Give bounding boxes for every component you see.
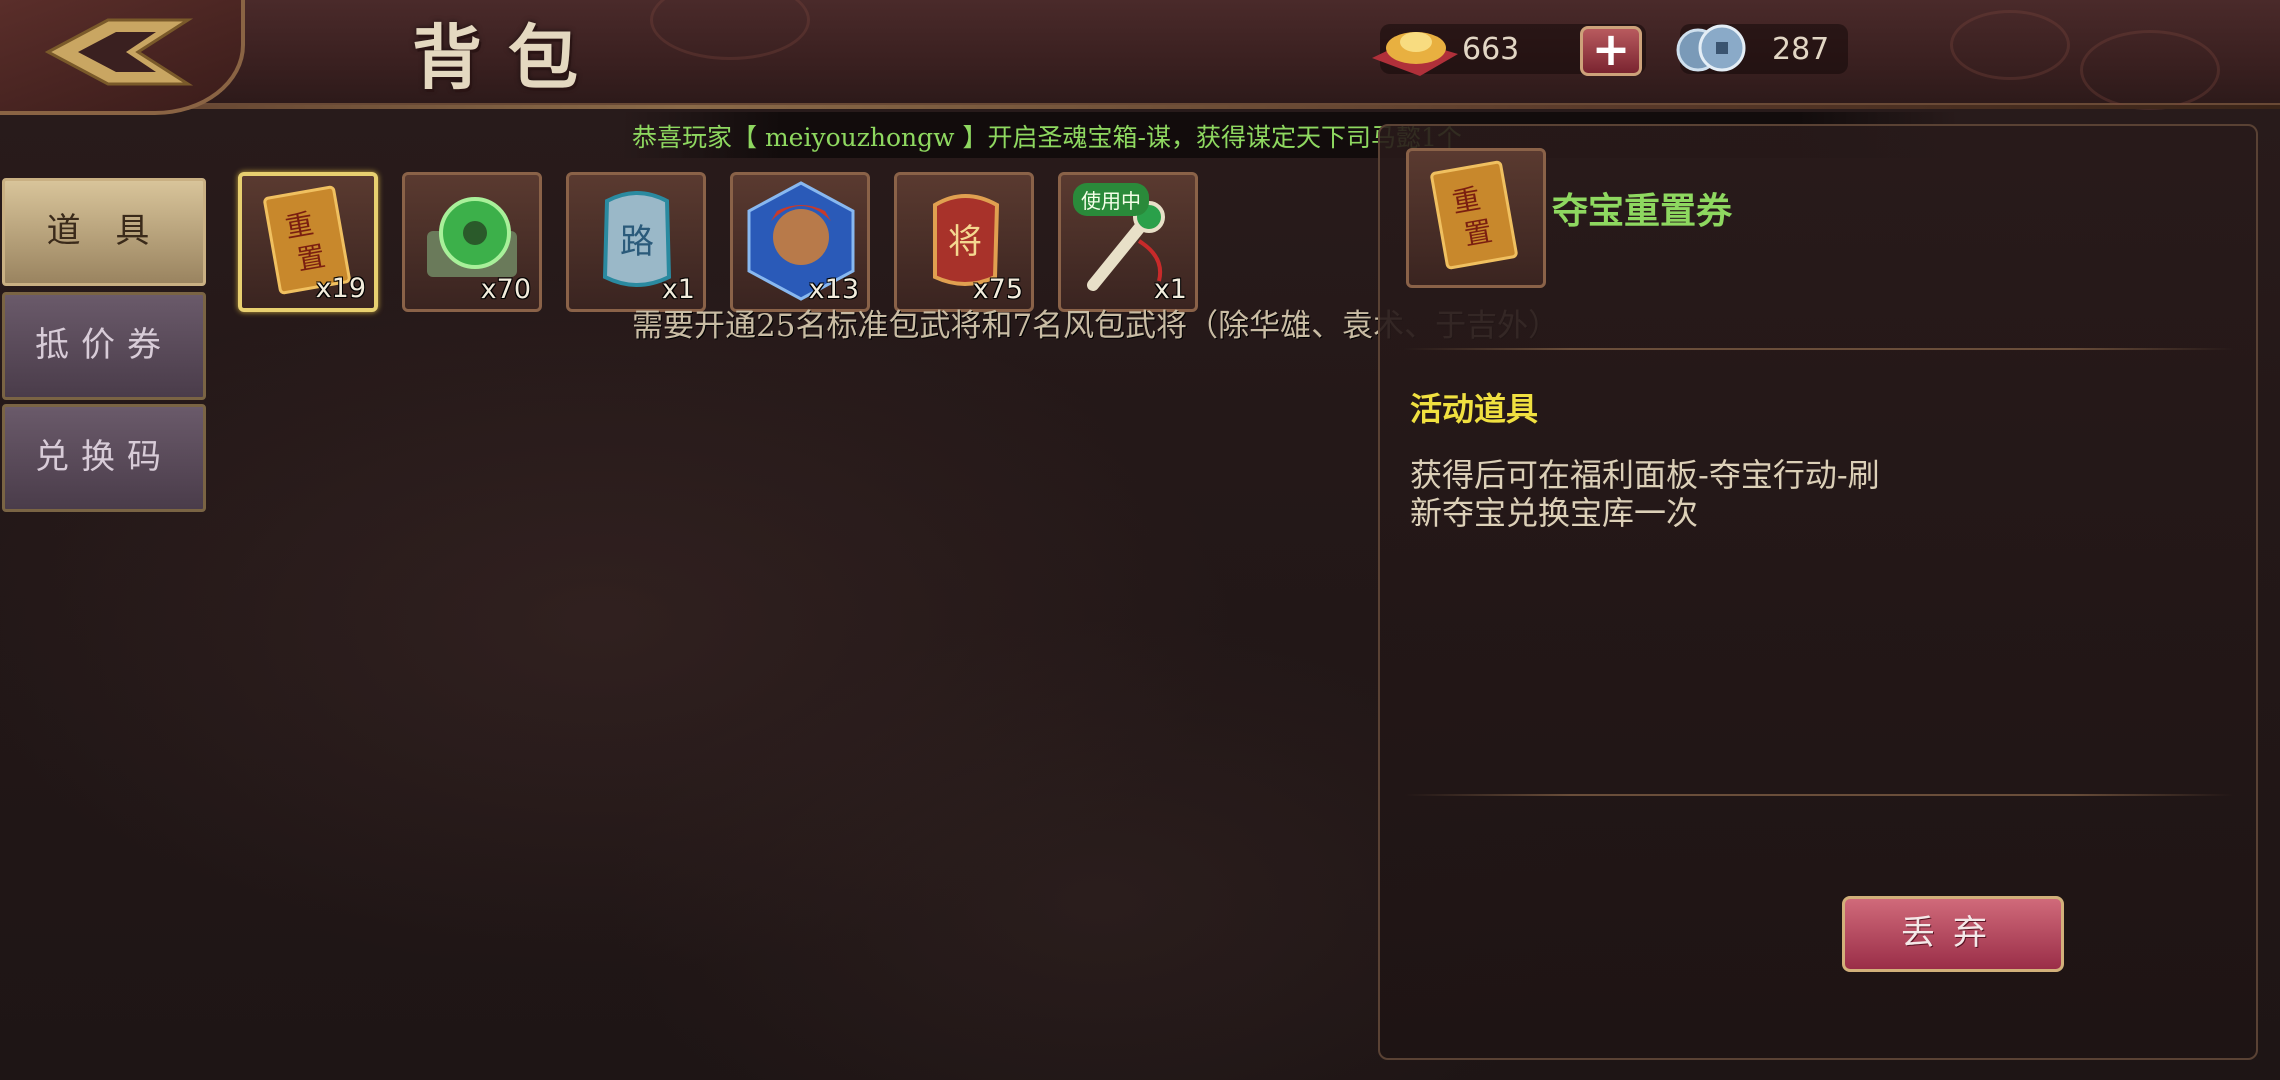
silver-counter: 287 (1676, 24, 1848, 74)
page-title: 背包 (412, 16, 604, 99)
inventory-slot-5[interactable]: 将 x75 (894, 172, 1034, 312)
inventory-slot-2[interactable]: x70 (402, 172, 542, 312)
inventory-slot-6[interactable]: 使用中 x1 (1058, 172, 1198, 312)
svg-text:重: 重 (283, 207, 316, 244)
svg-text:置: 置 (295, 239, 328, 276)
svg-text:将: 将 (948, 222, 982, 262)
item-category: 活动道具 (1410, 390, 1539, 428)
tab-redeem-code[interactable]: 兑换码 (2, 404, 206, 512)
item-quantity: x19 (315, 273, 366, 304)
detail-item-icon: 重 置 (1406, 148, 1546, 288)
item-detail-panel: 重 置 夺宝重置券 活动道具 获得后可在福利面板-夺宝行动-刷新夺宝兑换宝库一次… (1378, 124, 2258, 1060)
inventory-slot-1[interactable]: 重 置 x19 (238, 172, 378, 312)
back-arrow-icon (44, 18, 194, 86)
silver-coins-icon (1676, 24, 1746, 72)
discard-button[interactable]: 丢弃 (1842, 896, 2064, 972)
back-button[interactable] (0, 0, 245, 115)
svg-text:重: 重 (1450, 182, 1483, 219)
divider (1404, 794, 2234, 796)
divider (1404, 348, 2234, 350)
tab-vouchers[interactable]: 抵价券 (2, 292, 206, 400)
item-description: 获得后可在福利面板-夺宝行动-刷新夺宝兑换宝库一次 (1410, 456, 1880, 532)
top-bar (0, 0, 2280, 110)
item-name: 夺宝重置券 (1552, 190, 1733, 232)
silver-value: 287 (1772, 32, 1830, 67)
inventory-slot-4[interactable]: x13 (730, 172, 870, 312)
gold-value: 663 (1462, 32, 1520, 67)
item-quantity: x70 (480, 274, 531, 305)
add-gold-button[interactable]: + (1580, 26, 1642, 76)
tab-items[interactable]: 道 具 (2, 178, 206, 286)
gold-ingot-icon (1372, 32, 1458, 76)
svg-text:路: 路 (620, 222, 654, 262)
inventory-slot-3[interactable]: 路 x1 (566, 172, 706, 312)
notice-text: 恭喜玩家【 meiyouzhongw 】开启圣魂宝箱-谋，获得谋定天下司马懿1个 (632, 123, 1462, 152)
reset-book-icon: 重 置 (1430, 160, 1518, 270)
svg-text:置: 置 (1462, 214, 1495, 251)
in-use-badge: 使用中 (1073, 183, 1149, 216)
